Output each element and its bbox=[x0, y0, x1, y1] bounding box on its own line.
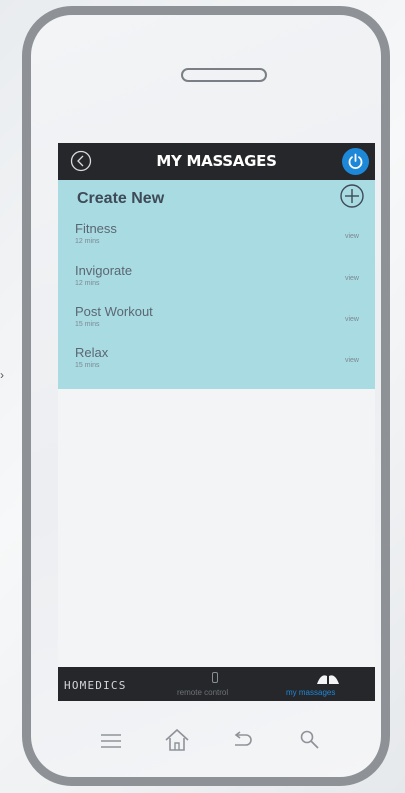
top-bar: MY MASSAGES bbox=[58, 143, 375, 180]
home-icon[interactable] bbox=[164, 728, 190, 752]
item-duration: 12 mins bbox=[75, 280, 100, 287]
item-name: Relax bbox=[75, 345, 109, 360]
view-link[interactable]: view bbox=[345, 233, 359, 240]
page-title: MY MASSAGES bbox=[156, 152, 277, 170]
item-name: Invigorate bbox=[75, 263, 133, 278]
tab-label: remote control bbox=[177, 688, 229, 697]
view-link[interactable]: view bbox=[345, 275, 359, 282]
tab-label: my massages bbox=[286, 688, 336, 697]
list-item[interactable]: Invigorate 12 mins view bbox=[58, 263, 375, 303]
view-link[interactable]: view bbox=[345, 357, 359, 364]
side-arrow-icon: › bbox=[0, 368, 4, 382]
list-item[interactable]: Relax 15 mins view bbox=[58, 345, 375, 385]
massage-list: Create New Fitness 12 mins view Invigora… bbox=[58, 180, 375, 389]
massage-icon bbox=[317, 675, 339, 684]
item-duration: 15 mins bbox=[75, 321, 100, 328]
brand-logo: HOMEDICS bbox=[64, 679, 127, 692]
phone-frame: MY MASSAGES Create New Fitness 12 mins v… bbox=[22, 6, 390, 786]
bottom-tab-bar: HOMEDICS remote control my massages bbox=[58, 667, 375, 701]
list-item[interactable]: Post Workout 15 mins view bbox=[58, 304, 375, 344]
power-button[interactable] bbox=[342, 148, 369, 175]
remote-icon bbox=[212, 672, 218, 683]
item-name: Fitness bbox=[75, 221, 117, 236]
create-new-label: Create New bbox=[77, 190, 165, 207]
back-arrow-icon[interactable] bbox=[231, 731, 253, 749]
plus-circle-icon[interactable] bbox=[339, 183, 365, 209]
list-item[interactable]: Fitness 12 mins view bbox=[58, 221, 375, 261]
search-icon[interactable] bbox=[299, 729, 321, 751]
menu-icon[interactable] bbox=[100, 733, 122, 749]
item-duration: 15 mins bbox=[75, 362, 100, 369]
item-name: Post Workout bbox=[75, 304, 153, 319]
power-icon bbox=[348, 153, 363, 169]
app-screen: MY MASSAGES Create New Fitness 12 mins v… bbox=[58, 143, 375, 701]
view-link[interactable]: view bbox=[345, 316, 359, 323]
phone-speaker bbox=[181, 68, 267, 82]
item-duration: 12 mins bbox=[75, 238, 100, 245]
create-new-row[interactable]: Create New bbox=[58, 180, 375, 216]
